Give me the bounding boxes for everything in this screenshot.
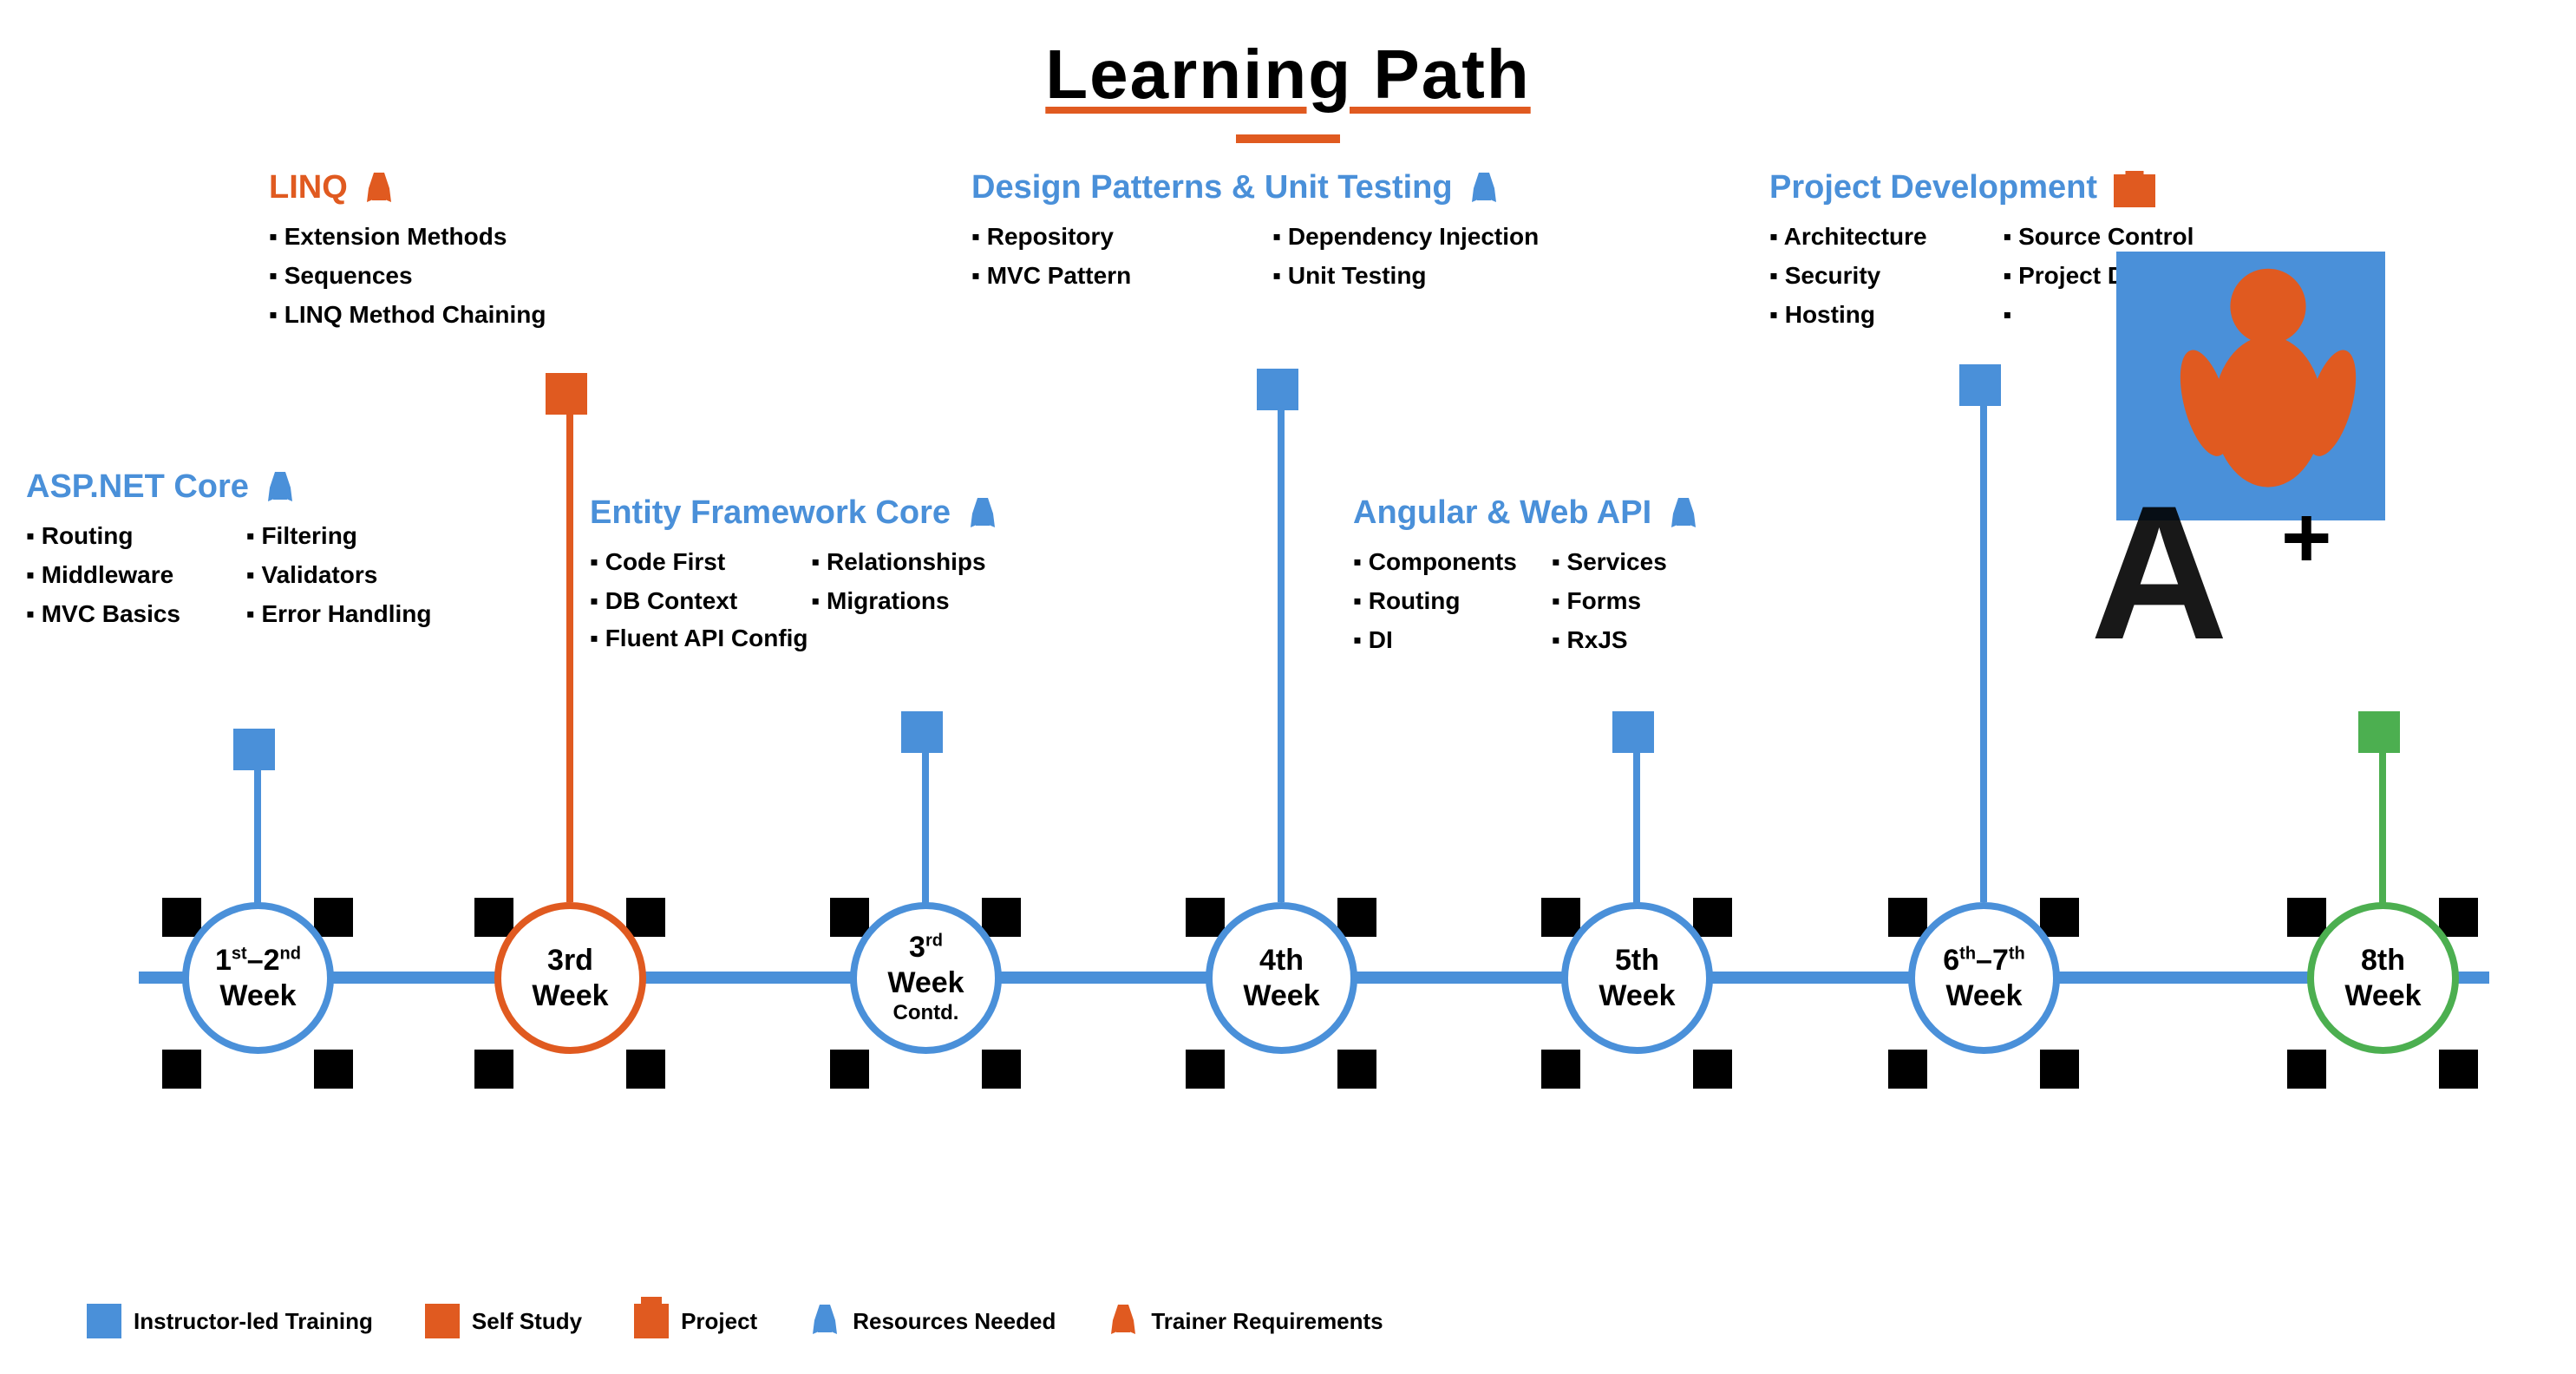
aspnet-title: ASP.NET Core: [26, 468, 431, 507]
angular-topic: Angular & Web API Components Services Ro…: [1353, 494, 1716, 659]
week3-dot: [546, 373, 587, 415]
week67-connector: [1980, 382, 1987, 902]
legend-instructor: Instructor-led Training: [87, 1304, 373, 1338]
aspnet-items: Routing Filtering Middleware Validators …: [26, 517, 431, 633]
linq-title: LINQ: [269, 169, 546, 207]
linq-topic: LINQ Extension Methods Sequences LINQ Me…: [269, 169, 546, 334]
week1-dot: [233, 729, 275, 770]
legend-resources-label: Resources Needed: [853, 1308, 1056, 1335]
ef-icon: [967, 496, 998, 533]
week5-connector: [1633, 729, 1640, 906]
week3-connector: [566, 390, 573, 902]
project-title: Project Development: [1769, 169, 2202, 207]
week4-circle: 4th Week: [1206, 902, 1357, 1054]
ef-extra: ▪ Fluent API Config: [590, 625, 998, 652]
legend-project-label: Project: [681, 1308, 757, 1335]
legend-selfstudy-label: Self Study: [472, 1308, 582, 1335]
week8-circle: 8th Week: [2307, 902, 2459, 1054]
week4-node: 4th Week: [1206, 902, 1357, 1054]
legend-selfstudy-icon: [425, 1304, 460, 1338]
dp-title: Design Patterns & Unit Testing: [971, 169, 1539, 207]
week67-dot: [1959, 364, 2001, 406]
week67-circle: 6th–7th Week: [1908, 902, 2060, 1054]
week8-dot: [2358, 711, 2400, 753]
legend-project: Project: [634, 1304, 757, 1338]
legend-instructor-icon: [87, 1304, 121, 1338]
aspnet-topic: ASP.NET Core Routing Filtering Middlewar…: [26, 468, 431, 633]
week3c-circle: 3rd Week Contd.: [850, 902, 1002, 1054]
title-underline: [1236, 134, 1340, 143]
legend-trainer-label: Trainer Requirements: [1151, 1308, 1383, 1335]
angular-title: Angular & Web API: [1353, 494, 1716, 533]
week4-dot: [1257, 369, 1298, 410]
dp-items: Repository Dependency Injection MVC Patt…: [971, 218, 1539, 296]
linq-items: Extension Methods Sequences LINQ Method …: [269, 218, 546, 334]
week4-connector: [1278, 386, 1285, 902]
week3c-node: 3rd Week Contd.: [850, 902, 1002, 1054]
project-grade-plus: +: [2281, 494, 2331, 581]
week3-circle: 3rd Week: [494, 902, 646, 1054]
legend-resources-icon: [809, 1303, 840, 1339]
legend-trainer: Trainer Requirements: [1108, 1303, 1383, 1339]
dp-icon: [1468, 171, 1500, 207]
week1-circle: 1st–2nd Week: [182, 902, 334, 1054]
legend: Instructor-led Training Self Study Proje…: [87, 1303, 1383, 1339]
ef-topic: Entity Framework Core Code First Relatio…: [590, 494, 998, 652]
linq-icon: [363, 171, 395, 207]
week3-node: 3rd Week: [494, 902, 646, 1054]
legend-trainer-icon: [1108, 1303, 1139, 1339]
angular-icon: [1668, 496, 1699, 533]
week5-circle: 5th Week: [1561, 902, 1713, 1054]
week5-dot: [1612, 711, 1654, 753]
dp-topic: Design Patterns & Unit Testing Repositor…: [971, 169, 1539, 296]
legend-resources: Resources Needed: [809, 1303, 1056, 1339]
legend-selfstudy: Self Study: [425, 1304, 582, 1338]
ef-items: Code First Relationships DB Context Migr…: [590, 543, 998, 621]
project-illustration: A +: [2116, 252, 2489, 651]
ef-title: Entity Framework Core: [590, 494, 998, 533]
week5-node: 5th Week: [1561, 902, 1713, 1054]
week8-connector: [2379, 729, 2386, 906]
project-icon: [2114, 171, 2155, 207]
week67-node: 6th–7th Week: [1908, 902, 2060, 1054]
page-container: Learning Path 1st–2nd Week ASP.NET Core …: [0, 0, 2576, 1374]
legend-instructor-label: Instructor-led Training: [134, 1308, 373, 1335]
aspnet-icon: [265, 470, 296, 507]
legend-project-icon: [634, 1304, 669, 1338]
week1-node: 1st–2nd Week: [182, 902, 334, 1054]
week8-node: 8th Week: [2307, 902, 2459, 1054]
week3c-connector: [922, 729, 929, 906]
project-grade-text: A: [2090, 477, 2228, 668]
week3c-dot: [901, 711, 943, 753]
angular-items: Components Services Routing Forms DI RxJ…: [1353, 543, 1716, 659]
page-title: Learning Path: [0, 0, 2576, 114]
